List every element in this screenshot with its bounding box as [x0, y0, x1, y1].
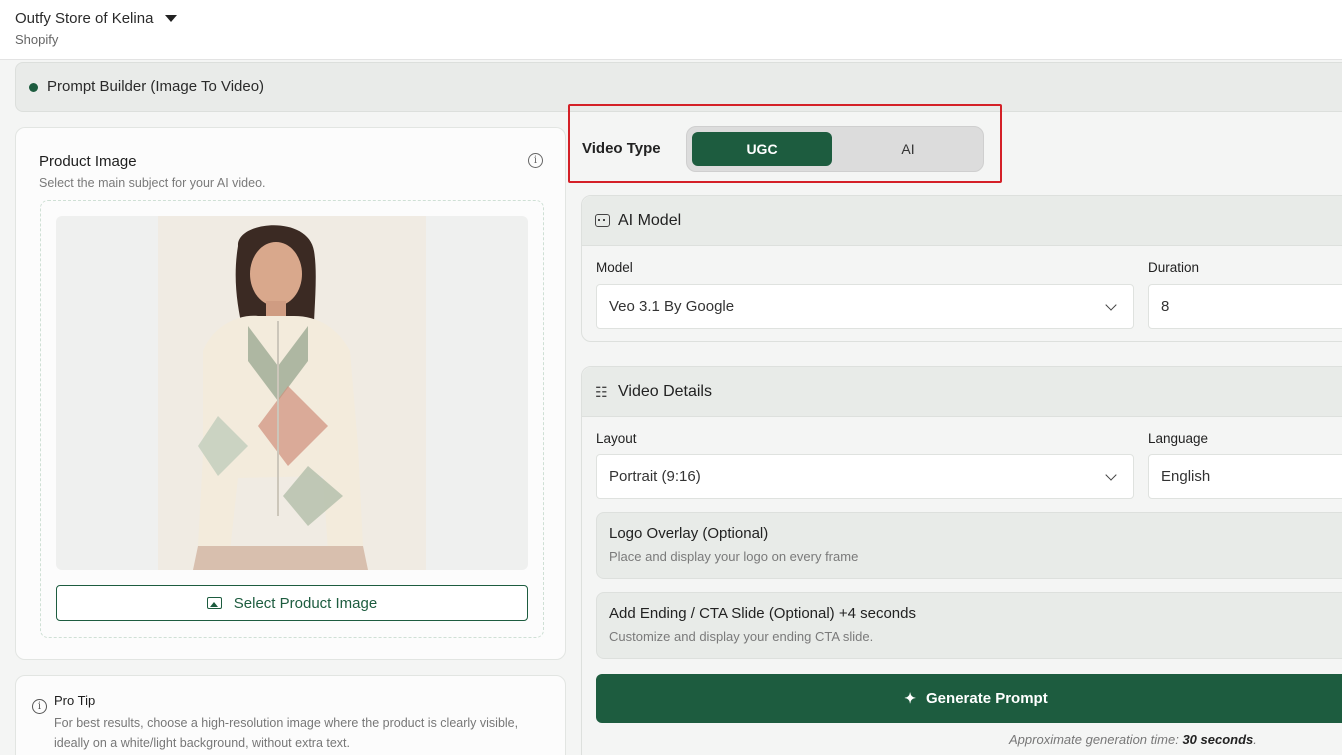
- language-label: Language: [1148, 431, 1209, 446]
- pro-tip-card: i Pro Tip For best results, choose a hig…: [15, 675, 566, 755]
- layout-select[interactable]: Portrait (9:16): [596, 454, 1134, 499]
- video-type-ugc-option[interactable]: UGC: [692, 132, 832, 166]
- model-label: Model: [596, 260, 633, 275]
- generate-prompt-button[interactable]: ✦ Generate Prompt: [596, 674, 1342, 723]
- store-name: Outfy Store of Kelina: [15, 10, 154, 27]
- cta-slide-title: Add Ending / CTA Slide (Optional) +4 sec…: [609, 605, 916, 622]
- video-details-title: Video Details: [618, 383, 712, 400]
- caret-down-icon: [165, 15, 178, 22]
- generate-prompt-label: Generate Prompt: [926, 690, 1048, 707]
- layout-label: Layout: [596, 431, 637, 446]
- select-product-image-label: Select Product Image: [233, 594, 378, 612]
- select-product-image-button[interactable]: Select Product Image: [56, 585, 528, 621]
- product-image-card: Product Image Select the main subject fo…: [15, 127, 566, 660]
- model-value: Veo 3.1 By Google: [609, 298, 735, 315]
- language-value: English: [1161, 468, 1211, 485]
- ai-model-title: AI Model: [618, 212, 682, 229]
- chevron-down-icon: [1105, 299, 1117, 311]
- generation-time: Approximate generation time: 30 seconds.: [1009, 732, 1257, 747]
- product-image-title: Product Image: [39, 153, 137, 170]
- video-details-section: ☷ Video Details Layout Portrait (9:16) L…: [581, 366, 1342, 755]
- generation-time-prefix: Approximate generation time:: [1009, 732, 1179, 747]
- product-image-preview: [56, 216, 528, 570]
- video-type-toggle[interactable]: UGC AI: [686, 126, 984, 172]
- pro-tip-title: Pro Tip: [54, 693, 96, 708]
- pro-tip-text: For best results, choose a high-resoluti…: [54, 716, 519, 750]
- product-photo: [158, 216, 426, 570]
- duration-value: 8: [1161, 298, 1170, 315]
- cta-slide-panel[interactable]: Add Ending / CTA Slide (Optional) +4 sec…: [596, 592, 1342, 659]
- layout-value: Portrait (9:16): [609, 468, 701, 485]
- generation-time-value: 30 seconds: [1182, 732, 1254, 747]
- ai-model-section: AI Model Model Veo 3.1 By Google Duratio…: [581, 195, 1342, 342]
- sliders-icon: ☷: [595, 384, 608, 400]
- language-select[interactable]: English: [1148, 454, 1342, 499]
- info-icon[interactable]: i: [528, 153, 543, 168]
- logo-overlay-panel[interactable]: Logo Overlay (Optional) Place and displa…: [596, 512, 1342, 579]
- model-select[interactable]: Veo 3.1 By Google: [596, 284, 1134, 329]
- video-details-header: ☷ Video Details: [582, 367, 1342, 417]
- product-image-subtitle: Select the main subject for your AI vide…: [39, 176, 266, 190]
- video-type-ai-option[interactable]: AI: [838, 132, 978, 166]
- sparkle-icon: ✦: [904, 690, 917, 706]
- store-selector[interactable]: Outfy Store of Kelina: [15, 10, 178, 27]
- top-bar: Outfy Store of Kelina Shopify: [0, 0, 1342, 60]
- ai-model-header: AI Model: [582, 196, 1342, 246]
- video-type-label: Video Type: [582, 140, 661, 157]
- model-jacket-illustration: [158, 216, 426, 570]
- image-icon: [206, 597, 222, 609]
- status-dot-icon: [29, 83, 38, 92]
- image-dropzone[interactable]: Select Product Image: [40, 200, 544, 638]
- logo-overlay-title: Logo Overlay (Optional): [609, 525, 769, 542]
- store-platform: Shopify: [15, 32, 59, 47]
- duration-input[interactable]: 8: [1148, 284, 1342, 329]
- robot-icon: [595, 214, 610, 227]
- logo-overlay-subtitle: Place and display your logo on every fra…: [609, 549, 859, 564]
- duration-label: Duration: [1148, 260, 1200, 275]
- info-icon: i: [32, 699, 47, 714]
- prompt-builder-title: Prompt Builder (Image To Video): [47, 78, 265, 95]
- cta-slide-subtitle: Customize and display your ending CTA sl…: [609, 629, 874, 644]
- chevron-down-icon: [1105, 469, 1117, 481]
